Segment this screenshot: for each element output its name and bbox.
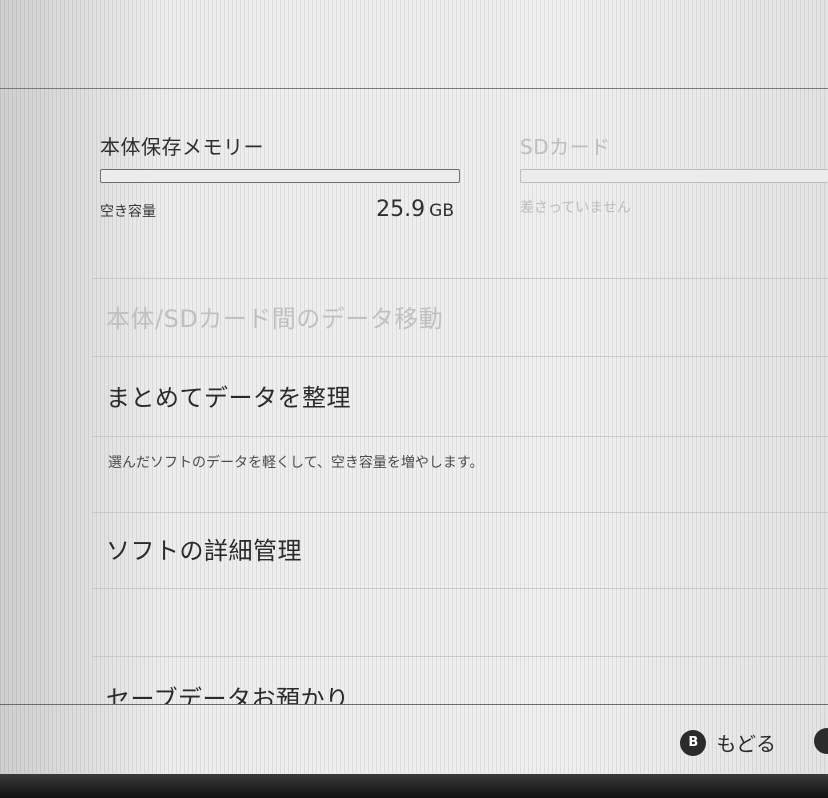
b-button-icon: B bbox=[680, 729, 707, 756]
sd-card-panel: SDカード 差さっていません bbox=[520, 134, 828, 217]
organize-data-description: 選んだソフトのデータを軽くして、空き容量を増やします。 bbox=[108, 455, 484, 471]
back-button[interactable]: B もどる bbox=[680, 728, 776, 757]
divider bbox=[92, 436, 828, 437]
software-management-item[interactable]: ソフトの詳細管理 bbox=[106, 536, 302, 566]
free-space-label: 空き容量 bbox=[100, 204, 156, 220]
divider bbox=[92, 512, 828, 513]
back-label: もどる bbox=[716, 732, 776, 756]
divider bbox=[92, 278, 828, 279]
header-divider bbox=[0, 88, 828, 89]
divider bbox=[92, 656, 828, 657]
sd-card-usage-bar bbox=[520, 169, 828, 183]
sd-card-title: SDカード bbox=[520, 135, 611, 159]
internal-storage-panel: 本体保存メモリー 空き容量 25.9 GB bbox=[100, 134, 460, 222]
move-data-item[interactable]: 本体/SDカード間のデータ移動 bbox=[106, 304, 443, 334]
internal-storage-usage-bar bbox=[100, 169, 460, 183]
internal-storage-title: 本体保存メモリー bbox=[100, 135, 264, 159]
free-space-value: 25.9 GB bbox=[376, 197, 454, 222]
free-space-number: 25.9 bbox=[376, 197, 426, 222]
organize-data-item[interactable]: まとめてデータを整理 bbox=[106, 383, 351, 413]
footer-divider bbox=[0, 704, 828, 705]
divider bbox=[92, 588, 828, 589]
controller-button-icon bbox=[814, 728, 828, 754]
free-space-unit: GB bbox=[429, 201, 454, 221]
sd-card-status: 差さっていません bbox=[520, 200, 631, 216]
save-data-cloud-item[interactable]: セーブデータお預かり bbox=[106, 684, 350, 704]
internal-free-space-row: 空き容量 25.9 GB bbox=[100, 197, 460, 222]
divider bbox=[92, 356, 828, 357]
sd-card-status-row: 差さっていません bbox=[520, 197, 828, 217]
screen-bezel bbox=[0, 774, 828, 798]
